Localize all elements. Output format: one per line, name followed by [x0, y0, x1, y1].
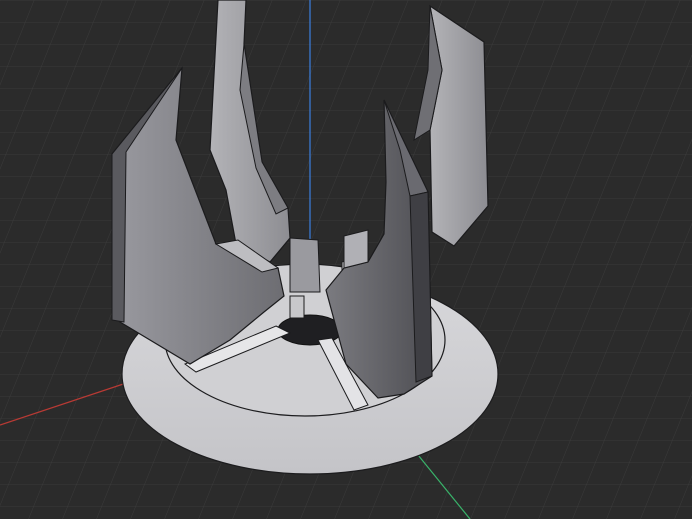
fin-back-right-face [429, 4, 489, 247]
spoke-back [289, 295, 305, 319]
3d-viewport[interactable] [0, 0, 692, 519]
viewport-canvas[interactable] [0, 0, 692, 519]
fin-front-right-ledge [343, 229, 369, 269]
fin-back-center-root [289, 237, 321, 293]
